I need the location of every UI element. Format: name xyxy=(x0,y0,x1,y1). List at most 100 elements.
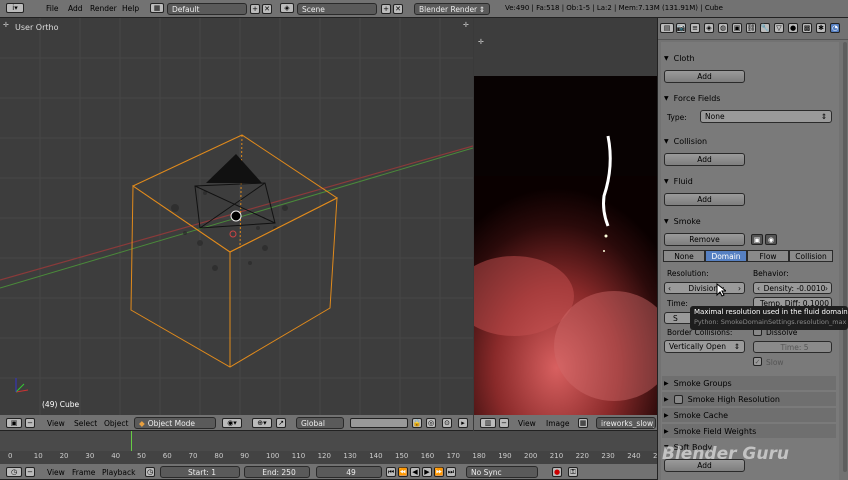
smoke-cache-panel-header[interactable]: ▶ Smoke Cache xyxy=(662,408,836,422)
editor-type-icon[interactable]: ▣ xyxy=(6,418,22,428)
increment-icon[interactable]: › xyxy=(825,284,828,293)
force-fields-panel-header[interactable]: ▼ Force Fields xyxy=(662,91,836,105)
menu-image-view[interactable]: View xyxy=(518,419,536,428)
play-reverse-icon[interactable]: ◀ xyxy=(410,467,420,477)
layout-selector[interactable]: Default xyxy=(167,3,247,15)
next-key-icon[interactable]: ⏩ xyxy=(434,467,444,477)
high-res-checkbox[interactable] xyxy=(673,394,683,404)
collision-add-button[interactable]: Add xyxy=(664,153,745,166)
menu-object[interactable]: Object xyxy=(104,419,128,428)
decrement-icon[interactable]: ‹ xyxy=(668,284,671,293)
smoke-remove-button[interactable]: Remove xyxy=(664,233,745,246)
physics-tab-icon[interactable]: ◔ xyxy=(830,23,840,33)
smoke-type-flow-tab[interactable]: Flow xyxy=(747,250,789,262)
smoke-render-toggle-icon[interactable]: ▣ xyxy=(751,234,763,245)
viewport-corner-plus-icon[interactable]: ✛ xyxy=(3,21,9,29)
force-type-selector[interactable]: None ⇕ xyxy=(700,110,832,123)
smoke-groups-panel-header[interactable]: ▶ Smoke Groups xyxy=(662,376,836,390)
menu-timeline-view[interactable]: View xyxy=(47,468,65,477)
particles-tab-icon[interactable]: ✱ xyxy=(816,23,826,33)
proportional-icon[interactable]: ◎ xyxy=(426,418,436,428)
snap-icon[interactable]: ⊙ xyxy=(442,418,452,428)
scene-icon[interactable]: ◈ xyxy=(280,3,294,13)
shading-icon[interactable]: ◉▾ xyxy=(222,418,242,428)
menu-file[interactable]: File xyxy=(46,4,59,13)
border-collisions-selector[interactable]: Vertically Open ⇕ xyxy=(664,340,745,353)
eye-icon[interactable]: ◉ xyxy=(765,234,777,245)
timeline-editor-icon[interactable]: ◷ xyxy=(6,467,22,477)
fluid-panel-header[interactable]: ▼ Fluid xyxy=(662,174,836,188)
record-icon[interactable]: ● xyxy=(552,467,562,477)
menu-add[interactable]: Add xyxy=(68,4,83,13)
scene-close-button[interactable]: ✕ xyxy=(393,4,403,14)
image-editor[interactable]: ✛ xyxy=(474,18,657,415)
decrement-icon[interactable]: ‹ xyxy=(757,284,760,293)
smoke-type-collision-tab[interactable]: Collision xyxy=(789,250,833,262)
smoke-type-none-tab[interactable]: None xyxy=(663,250,705,262)
scene-add-button[interactable]: + xyxy=(381,4,391,14)
modifiers-tab-icon[interactable]: 🔧 xyxy=(760,23,770,33)
object-tab-icon[interactable]: ▣ xyxy=(732,23,742,33)
lock-icon[interactable]: 🔒 xyxy=(412,418,422,428)
material-tab-icon[interactable]: ● xyxy=(788,23,798,33)
layout-close-button[interactable]: ✕ xyxy=(262,4,272,14)
mode-selector[interactable]: ◆ Object Mode xyxy=(134,417,216,429)
layout-icon[interactable]: ▦ xyxy=(150,3,164,13)
menu-view[interactable]: View xyxy=(47,419,65,428)
timeline[interactable]: 0 10 20 30 40 50 60 70 80 90 100 110 120 130 140 150 160… xyxy=(0,431,657,464)
properties-editor-icon[interactable]: ▤ xyxy=(660,23,674,33)
end-frame-field[interactable]: End: 250 xyxy=(244,466,310,478)
density-field[interactable]: ‹ Density: -0.0010 › xyxy=(753,282,832,294)
data-tab-icon[interactable]: ▽ xyxy=(774,23,784,33)
render-engine-selector[interactable]: Blender Render ⇕ xyxy=(414,3,490,15)
collision-panel-header[interactable]: ▼ Collision xyxy=(662,134,836,148)
fluid-add-button[interactable]: Add xyxy=(664,193,745,206)
divisions-field[interactable]: ‹ Divisions: › xyxy=(664,282,745,294)
sync-selector[interactable]: No Sync xyxy=(466,466,538,478)
menu-help[interactable]: Help xyxy=(122,4,139,13)
texture-tab-icon[interactable]: ▩ xyxy=(802,23,812,33)
cloth-add-button[interactable]: Add xyxy=(664,70,745,83)
increment-icon[interactable]: › xyxy=(738,284,741,293)
layers-tab-icon[interactable]: ≡ xyxy=(690,23,700,33)
layout-add-button[interactable]: + xyxy=(250,4,260,14)
collapse-icon[interactable]: − xyxy=(25,418,35,428)
preview-range-icon[interactable]: ◷ xyxy=(145,467,155,477)
properties-scrollbar[interactable] xyxy=(843,42,847,472)
play-icon[interactable]: ▶ xyxy=(422,467,432,477)
scene-selector[interactable]: Scene xyxy=(297,3,377,15)
jump-end-icon[interactable]: ⏭ xyxy=(446,467,456,477)
render-tab-icon[interactable]: 📷 xyxy=(676,23,686,33)
menu-image[interactable]: Image xyxy=(546,419,570,428)
image-editor-type-icon[interactable]: ▥ xyxy=(480,418,496,428)
info-editor-icon[interactable]: i▾ xyxy=(6,3,24,13)
menu-frame[interactable]: Frame xyxy=(72,468,95,477)
cloth-panel-header[interactable]: ▼ Cloth xyxy=(662,51,836,65)
smoke-field-weights-panel-header[interactable]: ▶ Smoke Field Weights xyxy=(662,424,836,438)
viewport-corner-plus-icon-right[interactable]: ✛ xyxy=(463,21,469,29)
menu-render[interactable]: Render xyxy=(90,4,117,13)
menu-playback[interactable]: Playback xyxy=(102,468,135,477)
jump-start-icon[interactable]: ⏮ xyxy=(386,467,396,477)
smoke-type-domain-tab[interactable]: Domain xyxy=(705,250,747,262)
image-corner-plus-icon[interactable]: ✛ xyxy=(478,38,484,46)
image-browse-icon[interactable]: ▦ xyxy=(578,418,588,428)
menu-select[interactable]: Select xyxy=(74,419,97,428)
pivot-icon[interactable]: ⊕▾ xyxy=(252,418,272,428)
keying-icon[interactable]: ⚿ xyxy=(568,467,578,477)
image-name-field[interactable]: ireworks_slow_m xyxy=(596,417,656,429)
render-icon[interactable]: ▸ xyxy=(458,418,468,428)
3d-viewport[interactable]: User Ortho ✛ ✛ (49) Cube xyxy=(0,18,473,415)
start-frame-field[interactable]: Start: 1 xyxy=(160,466,240,478)
smoke-high-res-panel-header[interactable]: ▶ Smoke High Resolution xyxy=(662,392,836,406)
image-collapse-icon[interactable]: − xyxy=(499,418,509,428)
prev-key-icon[interactable]: ⏪ xyxy=(398,467,408,477)
world-tab-icon[interactable]: ◍ xyxy=(718,23,728,33)
timeline-collapse-icon[interactable]: − xyxy=(25,467,35,477)
layer-grid[interactable] xyxy=(350,418,408,428)
smoke-panel-header[interactable]: ▼ Smoke xyxy=(662,214,836,228)
constraints-tab-icon[interactable]: ⛓ xyxy=(746,23,756,33)
scene-tab-icon[interactable]: ◈ xyxy=(704,23,714,33)
orientation-selector[interactable]: Global xyxy=(296,417,344,429)
manipulator-icon[interactable]: ↗ xyxy=(276,418,286,428)
